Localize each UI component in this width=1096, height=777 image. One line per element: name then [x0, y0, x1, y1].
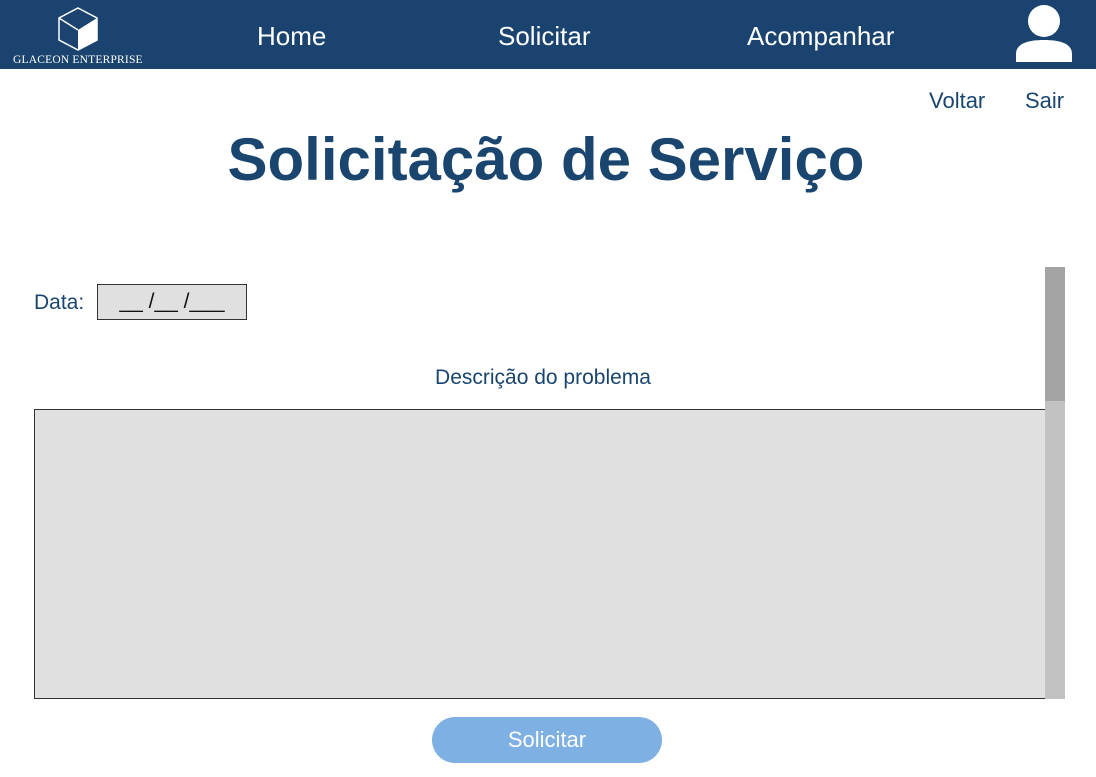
submit-button[interactable]: Solicitar [432, 717, 662, 763]
nav-solicitar-link[interactable]: Solicitar [498, 20, 590, 52]
page-title: Solicitação de Serviço [227, 126, 865, 193]
nav-acompanhar-link[interactable]: Acompanhar [747, 20, 894, 52]
sair-link[interactable]: Sair [1025, 88, 1064, 114]
voltar-link[interactable]: Voltar [929, 88, 985, 114]
date-label: Data: [34, 291, 85, 314]
logo-text: GLACEON ENTERPRISE [13, 54, 143, 66]
scrollbar-track[interactable] [1045, 267, 1065, 699]
top-navigation-bar: GLACEON ENTERPRISE Home Solicitar Acompa… [0, 0, 1096, 69]
date-input[interactable]: __ /__ /___ [97, 284, 247, 320]
description-label: Descrição do problema [435, 366, 651, 389]
nav-home-link[interactable]: Home [257, 20, 326, 52]
user-avatar-icon[interactable] [1013, 4, 1075, 64]
company-logo[interactable]: GLACEON ENTERPRISE [8, 4, 158, 68]
description-textarea[interactable] [34, 409, 1047, 699]
scrollbar-thumb[interactable] [1045, 267, 1065, 401]
cube-icon [58, 7, 98, 51]
